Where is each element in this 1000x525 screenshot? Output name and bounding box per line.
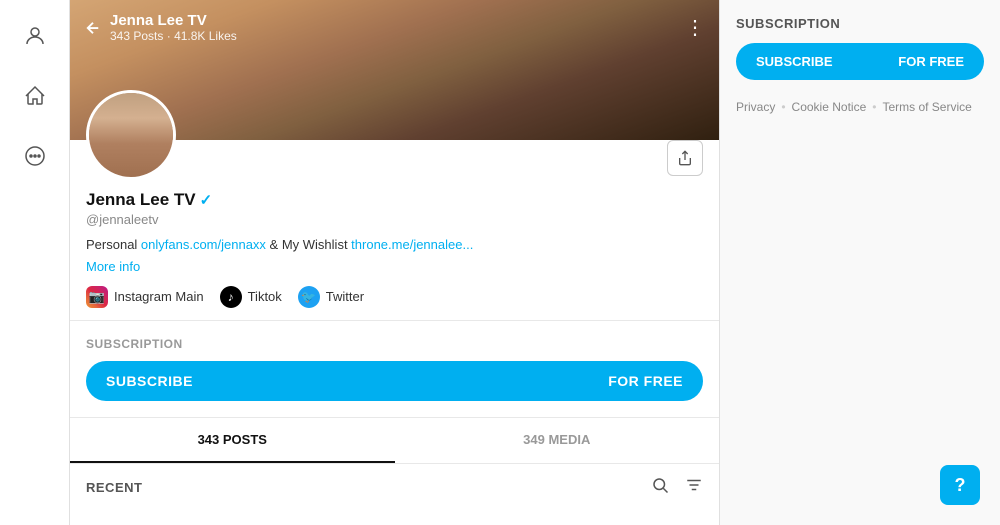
header-profile-name: Jenna Lee TV (110, 12, 237, 29)
main-subscribe-button[interactable]: SUBSCRIBE FOR FREE (86, 361, 703, 401)
avatar (86, 90, 176, 180)
cookie-notice-link[interactable]: Cookie Notice (792, 100, 867, 114)
tabs-section: 343 POSTS 349 MEDIA (70, 417, 719, 463)
instagram-icon: 📷 (86, 286, 108, 308)
profile-bio: Personal onlyfans.com/jennaxx & My Wishl… (86, 235, 703, 255)
footer-links: Privacy • Cookie Notice • Terms of Servi… (736, 100, 984, 114)
more-info-link[interactable]: More info (86, 259, 703, 274)
sidebar-home-icon[interactable] (15, 76, 55, 116)
recent-actions (651, 476, 703, 499)
header-name-block: Jenna Lee TV 343 Posts · 41.8K Likes (110, 12, 237, 43)
tiktok-link[interactable]: ♪ Tiktok (220, 286, 282, 308)
main-subscription-section: SUBSCRIPTION SUBSCRIBE FOR FREE (70, 320, 719, 417)
main-subscribe-text: SUBSCRIBE (106, 373, 193, 389)
profile-handle: @jennaleetv (86, 212, 703, 227)
twitter-label: Twitter (326, 289, 364, 304)
recent-label: RECENT (86, 480, 142, 495)
profile-name: Jenna Lee TV ✓ (86, 190, 703, 210)
search-icon[interactable] (651, 476, 669, 499)
twitter-link[interactable]: 🐦 Twitter (298, 286, 364, 308)
tab-posts[interactable]: 343 POSTS (70, 418, 395, 463)
instagram-label: Instagram Main (114, 289, 204, 304)
main-content: Jenna Lee TV 343 Posts · 41.8K Likes ⋮ (70, 0, 720, 525)
profile-header-bar: Jenna Lee TV 343 Posts · 41.8K Likes ⋮ (70, 0, 719, 55)
filter-icon[interactable] (685, 476, 703, 499)
twitter-icon: 🐦 (298, 286, 320, 308)
social-links: 📷 Instagram Main ♪ Tiktok 🐦 Twitter (70, 274, 719, 320)
right-panel: SUBSCRIPTION SUBSCRIBE FOR FREE Privacy … (720, 0, 1000, 525)
terms-link[interactable]: Terms of Service (882, 100, 971, 114)
right-for-free-text: FOR FREE (898, 54, 964, 69)
share-button[interactable] (667, 140, 703, 176)
right-subscribe-button[interactable]: SUBSCRIBE FOR FREE (736, 43, 984, 80)
throne-link[interactable]: throne.me/jennalee... (351, 237, 473, 252)
main-subscription-label: SUBSCRIPTION (86, 337, 703, 351)
avatar-section (70, 90, 719, 180)
sidebar (0, 0, 70, 525)
verified-icon: ✓ (200, 191, 213, 209)
recent-section: RECENT (70, 463, 719, 511)
tab-media[interactable]: 349 MEDIA (395, 418, 720, 463)
footer-dot-2: • (872, 100, 876, 114)
profile-info: Jenna Lee TV ✓ @jennaleetv Personal only… (70, 180, 719, 274)
footer-dot-1: • (781, 100, 785, 114)
privacy-link[interactable]: Privacy (736, 100, 775, 114)
tiktok-icon: ♪ (220, 286, 242, 308)
main-for-free-text: FOR FREE (608, 373, 683, 389)
tiktok-label: Tiktok (248, 289, 282, 304)
sidebar-messages-icon[interactable] (15, 136, 55, 176)
onlyfans-link[interactable]: onlyfans.com/jennaxx (141, 237, 266, 252)
back-button[interactable]: Jenna Lee TV 343 Posts · 41.8K Likes (84, 12, 237, 43)
right-subscribe-text: SUBSCRIBE (756, 54, 833, 69)
help-icon: ? (955, 475, 966, 496)
sidebar-avatar-icon[interactable] (15, 16, 55, 56)
header-stats: 343 Posts · 41.8K Likes (110, 29, 237, 43)
more-options-button[interactable]: ⋮ (685, 15, 705, 40)
instagram-link[interactable]: 📷 Instagram Main (86, 286, 204, 308)
avatar-image (89, 93, 173, 177)
right-subscription-label: SUBSCRIPTION (736, 16, 984, 31)
help-button[interactable]: ? (940, 465, 980, 505)
